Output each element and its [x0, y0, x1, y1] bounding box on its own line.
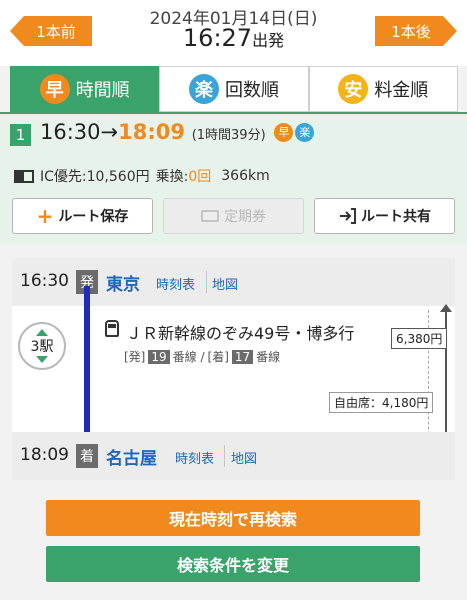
tab-fare-order[interactable]: 安 料金順: [308, 66, 458, 112]
arr-track-prefix: [着]: [207, 350, 229, 364]
departure-map-link[interactable]: 地図: [212, 274, 238, 293]
search-time-suffix: 出発: [252, 31, 285, 50]
dep-track-prefix: [発]: [124, 350, 146, 364]
depart-time: 16:30: [40, 120, 101, 144]
tab-fare-order-label: 料金順: [374, 80, 429, 101]
track-info: [発] 19 番線 / [着] 17 番線: [124, 348, 280, 365]
save-route-button[interactable]: + ルート保存: [12, 198, 153, 234]
route-times: 16:30→18:09 (1時間39分) 早楽: [40, 120, 315, 144]
route-summary: 1 16:30→18:09 (1時間39分) 早楽 IC優先:10,560円 乗…: [0, 112, 467, 244]
station-count-toggle[interactable]: 3駅: [18, 322, 66, 370]
route-actions: + ルート保存 定期券 ルート共有: [12, 198, 455, 234]
route-detail: 16:30 発 東京 時刻表 地図 3駅 ＪＲ新幹線のぞみ49号・博多行 [発]…: [12, 258, 455, 480]
arrive-time: 18:09: [118, 120, 185, 144]
search-time-value: 16:27: [182, 24, 253, 52]
station-count: 3駅: [30, 339, 54, 355]
departure-station[interactable]: 東京: [106, 270, 140, 295]
easy-badge-icon: 楽: [295, 122, 315, 142]
departure-time: 16:30: [20, 271, 69, 291]
arrival-timetable-link[interactable]: 時刻表: [175, 448, 214, 467]
departure-timetable-link[interactable]: 時刻表: [156, 274, 195, 293]
save-route-label: ルート保存: [58, 209, 129, 225]
divider: [224, 445, 225, 467]
train-name: ＪＲ新幹線のぞみ49号・博多行: [126, 324, 355, 343]
arrow-up-icon: [440, 304, 452, 312]
share-route-button[interactable]: ルート共有: [314, 198, 455, 234]
fare-line: IC優先:10,560円 乗換: 0回 366km: [14, 166, 270, 186]
sort-tabs: 早 時間順 楽 回数順 安 料金順: [10, 66, 458, 112]
arr-track-number: 17: [231, 349, 254, 364]
distance: 366km: [221, 168, 270, 184]
arrival-stop: 18:09 着 名古屋 時刻表 地図: [12, 432, 455, 480]
route-number-badge: 1: [10, 124, 31, 146]
tab-transfer-order-label: 回数順: [224, 80, 279, 101]
share-route-label: ルート共有: [361, 209, 431, 225]
non-reserved-fare: 自由席：4,180円: [329, 392, 434, 413]
dep-track-number: 19: [148, 349, 170, 364]
ic-card-icon: [14, 169, 34, 183]
arrival-station[interactable]: 名古屋: [106, 444, 157, 469]
duration: (1時間39分): [191, 128, 266, 143]
divider: [206, 271, 207, 293]
expand-down-icon: [36, 356, 48, 363]
fast-icon: 早: [39, 74, 70, 104]
arrival-badge: 着: [76, 444, 98, 468]
change-conditions-button[interactable]: 検索条件を変更: [46, 546, 420, 582]
research-now-button[interactable]: 現在時刻で再検索: [46, 500, 420, 536]
commuter-pass-button[interactable]: 定期券: [163, 198, 304, 234]
fast-badge-icon: 早: [274, 122, 294, 142]
plus-icon: +: [36, 204, 54, 228]
ic-fare: IC優先:10,560円: [40, 169, 150, 185]
cheap-icon: 安: [338, 74, 369, 104]
arrival-map-link[interactable]: 地図: [231, 448, 257, 467]
header: 1本前 2024年01月14日(日) 16:27出発 1本後: [0, 0, 467, 66]
tab-time-order[interactable]: 早 時間順: [10, 66, 160, 112]
easy-icon: 楽: [188, 74, 219, 104]
commuter-pass-icon: [201, 210, 219, 222]
transfer-label: 乗換:: [155, 169, 189, 185]
time-arrow: →: [100, 120, 119, 144]
next-train-button[interactable]: 1本後: [375, 16, 457, 46]
track-suffix-1: 番線 /: [172, 350, 205, 364]
tab-time-order-label: 時間順: [75, 80, 130, 101]
track-suffix-2: 番線: [256, 350, 281, 364]
reserved-fare: 6,380円: [391, 328, 448, 349]
commuter-pass-label: 定期券: [224, 209, 266, 225]
share-icon: [340, 208, 356, 224]
tab-transfer-order[interactable]: 楽 回数順: [159, 66, 309, 112]
expand-up-icon: [36, 329, 48, 336]
departure-stop: 16:30 発 東京 時刻表 地図: [12, 258, 455, 306]
train-icon: [105, 320, 119, 337]
arrival-time: 18:09: [20, 445, 69, 465]
transfer-count: 0回: [188, 169, 212, 185]
